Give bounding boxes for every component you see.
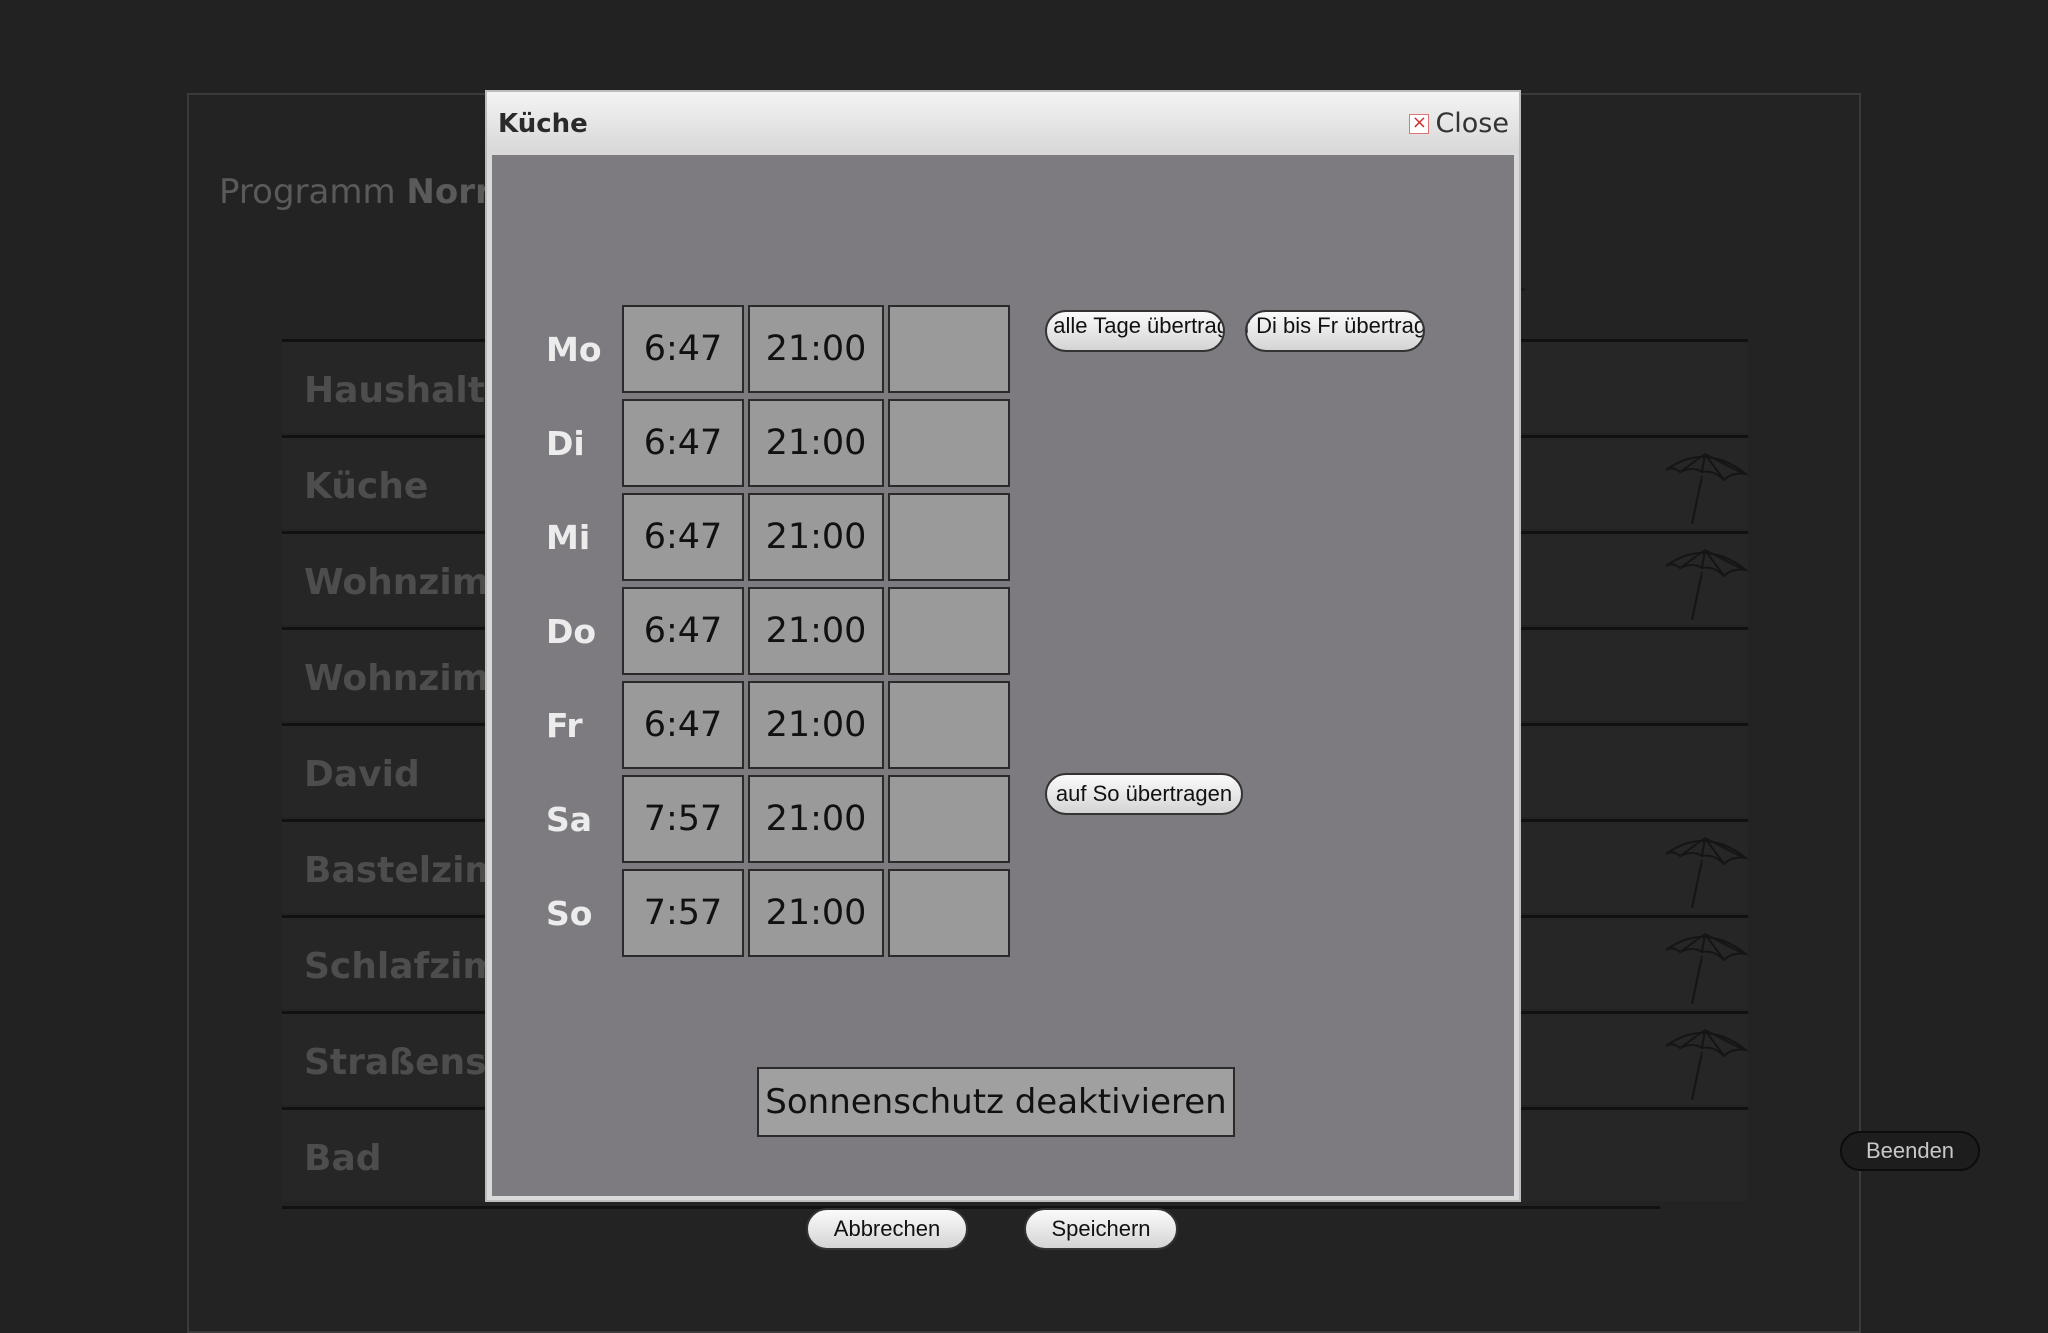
up-time-cell[interactable]: 6:47 — [622, 399, 744, 487]
down-time-cell[interactable]: 21:00 — [748, 775, 884, 863]
day-label: Fr — [546, 706, 583, 745]
down-time-cell[interactable]: 21:00 — [748, 587, 884, 675]
umbrella-icon — [1662, 544, 1750, 624]
room-name: David — [304, 754, 420, 795]
room-name: Haushalts — [304, 370, 507, 411]
program-label: Programm Norr — [219, 172, 492, 212]
day-label: Di — [546, 424, 585, 463]
copy-all-days-button[interactable]: auf alle Tage übertragen — [1045, 310, 1225, 352]
shade-time-cell[interactable] — [888, 775, 1010, 863]
umbrella-icon — [1662, 448, 1750, 528]
room-name: Straßense — [304, 1042, 511, 1083]
shade-time-cell[interactable] — [888, 493, 1010, 581]
shade-time-cell[interactable] — [888, 681, 1010, 769]
exit-button[interactable]: Beenden — [1840, 1131, 1980, 1171]
umbrella-icon — [1662, 1024, 1750, 1104]
down-time-cell[interactable]: 21:00 — [748, 869, 884, 957]
room-list-divider — [282, 1206, 1660, 1209]
room-name: Küche — [304, 466, 429, 507]
room-name: Wohnzimr — [304, 562, 507, 603]
up-time-cell[interactable]: 6:47 — [622, 305, 744, 393]
up-time-cell[interactable]: 6:47 — [622, 681, 744, 769]
shade-time-cell[interactable] — [888, 869, 1010, 957]
deactivate-sun-protection-button[interactable]: Sonnenschutz deaktivieren — [757, 1067, 1235, 1137]
dialog-titlebar: Küche × Close — [487, 92, 1519, 152]
program-name: Norr — [406, 172, 492, 212]
dialog-body: Mo 6:47 21:00 Di 6:47 21:00 Mi 6:47 21:00 Do 6:47 2… — [492, 155, 1514, 1250]
room-name: Wohnzimr — [304, 658, 507, 699]
up-time-cell[interactable]: 6:47 — [622, 587, 744, 675]
room-name: Schlafzim — [304, 946, 500, 987]
up-time-cell[interactable]: 7:57 — [622, 775, 744, 863]
dialog-title: Küche — [498, 109, 588, 139]
day-label: Mi — [546, 518, 591, 557]
day-label: Do — [546, 612, 597, 651]
shade-time-cell[interactable] — [888, 587, 1010, 675]
umbrella-icon — [1662, 832, 1750, 912]
room-name: Bad — [304, 1138, 382, 1179]
day-label: So — [546, 894, 593, 933]
copy-tue-fri-button[interactable]: auf Di bis Fr übertragen — [1245, 310, 1425, 352]
shade-time-cell[interactable] — [888, 399, 1010, 487]
copy-sunday-button[interactable]: auf So übertragen — [1045, 773, 1243, 815]
close-label: Close — [1435, 108, 1509, 139]
cancel-button[interactable]: Abbrechen — [806, 1208, 968, 1250]
shade-time-cell[interactable] — [888, 305, 1010, 393]
umbrella-icon — [1662, 928, 1750, 1008]
down-time-cell[interactable]: 21:00 — [748, 399, 884, 487]
program-prefix: Programm — [219, 172, 396, 212]
up-time-cell[interactable]: 6:47 — [622, 493, 744, 581]
day-label: Sa — [546, 800, 593, 839]
day-label: Mo — [546, 330, 602, 369]
up-time-cell[interactable]: 7:57 — [622, 869, 744, 957]
close-icon: × — [1409, 113, 1430, 134]
down-time-cell[interactable]: 21:00 — [748, 305, 884, 393]
close-button[interactable]: × Close — [1409, 108, 1509, 139]
down-time-cell[interactable]: 21:00 — [748, 681, 884, 769]
down-time-cell[interactable]: 21:00 — [748, 493, 884, 581]
save-button[interactable]: Speichern — [1024, 1208, 1178, 1250]
schedule-dialog: Küche × Close Mo 6:47 21:00 Di 6:47 21:00 Mi 6:… — [485, 90, 1521, 1250]
room-name: Bastelzim — [304, 850, 502, 891]
